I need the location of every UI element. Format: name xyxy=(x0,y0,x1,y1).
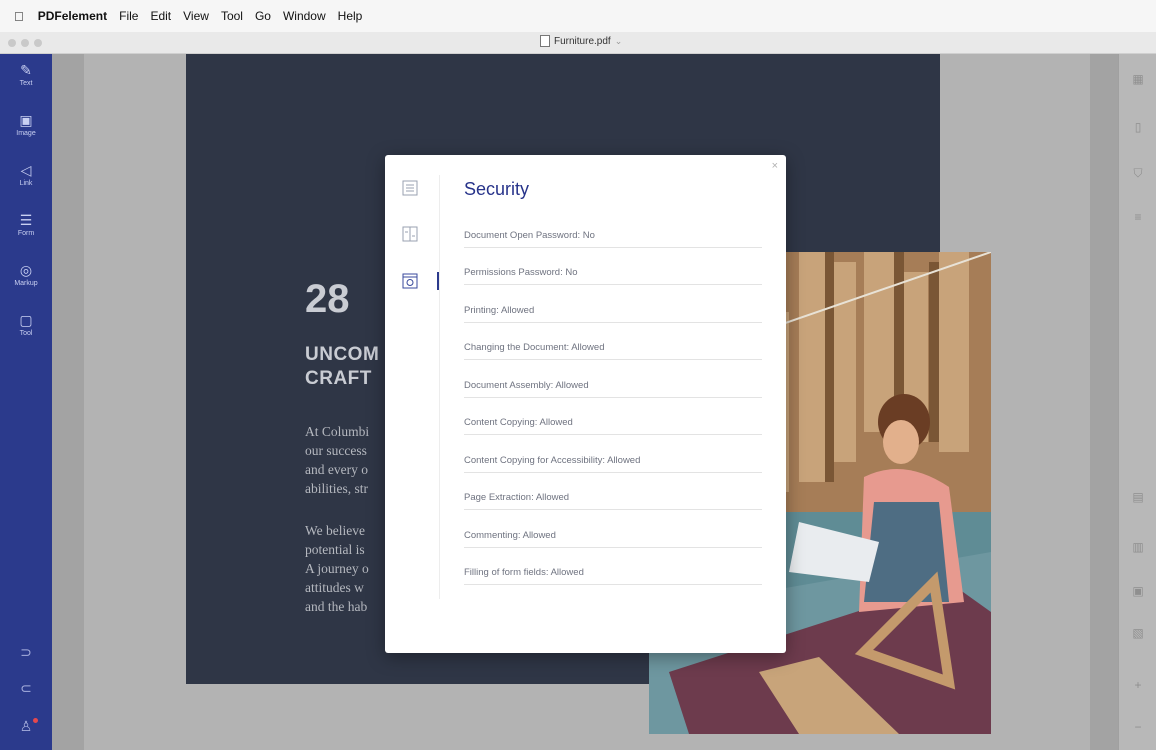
menu-edit[interactable]: Edit xyxy=(150,9,171,23)
file-icon xyxy=(540,35,550,47)
security-row: Document Assembly: Allowed xyxy=(464,372,762,398)
minimize-window-button[interactable] xyxy=(21,39,29,47)
tool-label: Image xyxy=(16,130,36,137)
account-icon[interactable]: ♙ xyxy=(0,718,52,735)
dialog-divider xyxy=(439,175,440,599)
tool-label: Form xyxy=(17,230,35,237)
tab-initial-view[interactable] xyxy=(399,225,421,247)
security-row: Changing the Document: Allowed xyxy=(464,334,762,360)
tool-text-button[interactable]: ✎ Text xyxy=(0,62,52,87)
menu-bar:  PDFelement File Edit View Tool Go Wind… xyxy=(0,0,1156,32)
tool-tool-button[interactable]: ▢ Tool xyxy=(0,312,52,337)
notification-dot xyxy=(33,718,38,723)
window-controls xyxy=(8,39,42,47)
security-row: Content Copying: Allowed xyxy=(464,409,762,435)
document-name: Furniture.pdf xyxy=(554,35,611,47)
security-row: Document Open Password: No xyxy=(464,222,762,248)
page-replace-icon[interactable]: ▣ xyxy=(1119,584,1156,598)
paragraph-line: our success xyxy=(305,443,367,458)
redo-icon[interactable]: ⊂ xyxy=(0,680,52,697)
undo-icon[interactable]: ⊃ xyxy=(0,644,52,661)
page-paragraph: We believe potential is A journey o atti… xyxy=(305,521,369,616)
zoom-window-button[interactable] xyxy=(34,39,42,47)
right-sidebar: ▦ ▯ ⛉ ≡ ▤ ▥ ▣ ▧ + − xyxy=(1118,54,1156,750)
tab-security[interactable] xyxy=(399,272,421,294)
image-icon: ▣ xyxy=(19,112,33,128)
lock-icon xyxy=(402,273,418,289)
page-crop-icon[interactable]: ▧ xyxy=(1119,626,1156,640)
close-icon[interactable]: × xyxy=(772,160,778,172)
menu-tool[interactable]: Tool xyxy=(221,9,243,23)
security-row: Printing: Allowed xyxy=(464,297,762,323)
security-row: Filling of form fields: Allowed xyxy=(464,559,762,585)
page-extract-icon[interactable]: ▥ xyxy=(1119,540,1156,554)
dialog-title: Security xyxy=(464,179,530,199)
toolbox-icon: ▢ xyxy=(19,312,33,328)
menu-go[interactable]: Go xyxy=(255,9,271,23)
zoom-out-icon[interactable]: − xyxy=(1119,720,1156,734)
outline-icon[interactable]: ≡ xyxy=(1119,210,1156,224)
thumbnails-icon[interactable]: ▦ xyxy=(1119,72,1156,86)
security-row: Permissions Password: No xyxy=(464,259,762,285)
form-icon: ☰ xyxy=(19,212,33,228)
close-window-button[interactable] xyxy=(8,39,16,47)
markup-icon: ◎ xyxy=(19,262,33,278)
apple-menu-icon[interactable]:  xyxy=(14,9,24,24)
menu-help[interactable]: Help xyxy=(338,9,363,23)
bookmark-icon[interactable]: ⛉ xyxy=(1119,166,1156,181)
tool-markup-button[interactable]: ◎ Markup xyxy=(0,262,52,287)
zoom-in-icon[interactable]: + xyxy=(1119,678,1156,692)
pencil-icon: ✎ xyxy=(20,62,32,78)
tool-label: Text xyxy=(19,80,33,87)
menu-file[interactable]: File xyxy=(119,9,138,23)
page-insert-icon[interactable]: ▤ xyxy=(1119,490,1156,504)
menu-view[interactable]: View xyxy=(183,9,209,23)
security-row: Commenting: Allowed xyxy=(464,522,762,548)
paragraph-line: and the hab xyxy=(305,599,368,614)
page-heading-number: 28 xyxy=(305,277,350,321)
paragraph-line: attitudes w xyxy=(305,580,364,595)
left-toolbar: ✎ Text ▣ Image ◁ Link ☰ Form ◎ Markup ▢ … xyxy=(0,54,52,750)
paragraph-line: abilities, str xyxy=(305,481,368,496)
columns-icon xyxy=(402,226,418,242)
document-title[interactable]: Furniture.pdf ⌄ xyxy=(540,35,622,47)
page-paragraph: At Columbi our success and every o abili… xyxy=(305,422,369,498)
window-titlebar: Furniture.pdf ⌄ xyxy=(0,32,1156,54)
app-menu[interactable]: PDFelement xyxy=(38,9,107,23)
chevron-down-icon: ⌄ xyxy=(614,35,623,46)
tool-label: Link xyxy=(19,180,33,187)
tab-description[interactable] xyxy=(399,179,421,201)
paragraph-line: and every o xyxy=(305,462,368,477)
page-icon[interactable]: ▯ xyxy=(1119,120,1156,134)
page-heading: UNCOM CRAFT xyxy=(305,343,379,391)
link-icon: ◁ xyxy=(20,162,32,178)
page-heading-line: CRAFT xyxy=(305,368,372,389)
security-row: Page Extraction: Allowed xyxy=(464,484,762,510)
paragraph-line: A journey o xyxy=(305,561,369,576)
menu-window[interactable]: Window xyxy=(283,9,326,23)
tool-image-button[interactable]: ▣ Image xyxy=(0,112,52,137)
security-row: Content Copying for Accessibility: Allow… xyxy=(464,447,762,473)
paragraph-line: We believe xyxy=(305,523,366,538)
page-heading-line: UNCOM xyxy=(305,344,380,365)
tool-label: Markup xyxy=(14,280,38,287)
tool-label: Tool xyxy=(19,330,33,337)
list-icon xyxy=(402,180,418,196)
paragraph-line: At Columbi xyxy=(305,424,370,439)
paragraph-line: potential is xyxy=(305,542,365,557)
tool-form-button[interactable]: ☰ Form xyxy=(0,212,52,237)
document-properties-dialog: × Security Document Open Password: No Pe… xyxy=(385,155,786,653)
tool-link-button[interactable]: ◁ Link xyxy=(0,162,52,187)
